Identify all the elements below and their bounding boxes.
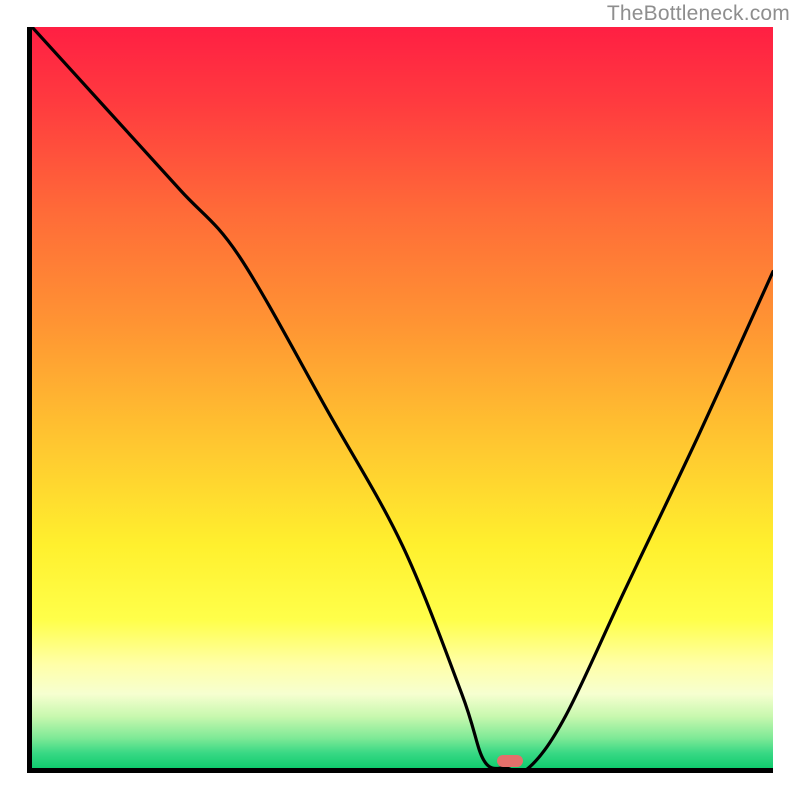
plot-area <box>27 27 773 773</box>
chart-container: TheBottleneck.com <box>0 0 800 800</box>
watermark-text: TheBottleneck.com <box>607 2 790 26</box>
gradient-background <box>32 27 773 768</box>
